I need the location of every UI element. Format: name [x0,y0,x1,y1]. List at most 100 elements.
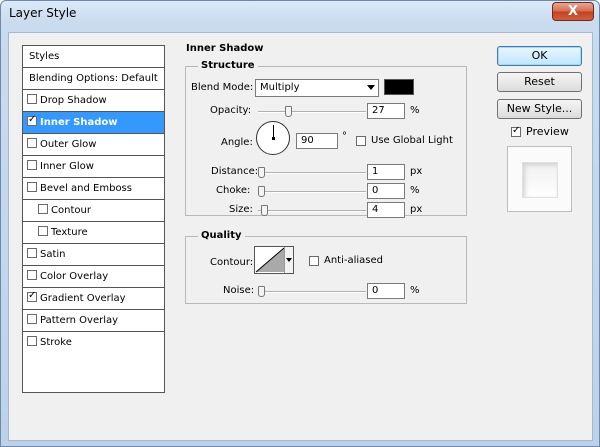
preview-checkbox[interactable] [511,125,521,137]
distance-slider-thumb[interactable] [258,167,265,178]
preview-thumbnail [507,146,572,212]
style-item[interactable]: Satin [23,244,164,266]
size-slider[interactable] [258,205,366,217]
style-item-checkbox[interactable] [38,226,48,236]
choke-label: Choke: [216,185,251,196]
style-item-checkbox[interactable] [27,138,37,148]
style-item[interactable]: Pattern Overlay [23,310,164,332]
inner-shadow-title: Inner Shadow [183,43,267,54]
new-style-button[interactable]: New Style... [497,99,582,119]
styles-list: Styles Blending Options: Default Drop Sh… [22,45,165,393]
blend-mode-dropdown[interactable]: Multiply [255,79,379,97]
preview-label[interactable]: Preview [526,125,569,138]
style-item[interactable]: Stroke [23,332,164,354]
choke-slider-thumb[interactable] [258,186,265,197]
opacity-field[interactable]: 27 [367,103,405,119]
contour-label: Contour: [210,257,254,268]
blending-options-item[interactable]: Blending Options: Default [23,68,164,90]
style-item[interactable]: Texture [23,222,164,244]
quality-group: Quality Contour: Anti-aliased Noise: 0 % [185,230,467,304]
angle-dial[interactable] [256,121,290,155]
size-slider-track [258,210,366,212]
close-button[interactable]: X [552,2,594,21]
choke-field[interactable]: 0 [367,183,405,199]
opacity-slider[interactable] [258,106,366,118]
opacity-slider-track [258,111,366,113]
reset-button[interactable]: Reset [497,72,582,92]
noise-slider[interactable] [258,286,366,298]
style-item-label: Bevel and Emboss [40,183,132,194]
style-item[interactable]: Inner Glow [23,156,164,178]
style-item-checkbox[interactable] [27,336,37,346]
style-item-checkbox[interactable] [27,182,37,192]
style-item-label: Stroke [40,337,72,348]
angle-dial-center [272,137,275,140]
distance-label: Distance: [211,166,259,177]
style-item[interactable]: Gradient Overlay [23,288,164,310]
size-field[interactable]: 4 [367,202,405,218]
distance-slider-track [258,172,366,174]
style-item[interactable]: Bevel and Emboss [23,178,164,200]
use-global-light-label[interactable]: Use Global Light [371,135,453,146]
distance-field[interactable]: 1 [367,164,405,180]
style-item-checkbox[interactable] [27,270,37,280]
opacity-slider-thumb[interactable] [285,106,292,117]
style-item-label: Color Overlay [40,271,109,282]
structure-group: Structure Blend Mode: Multiply Opacity: … [185,60,467,218]
style-item-label: Pattern Overlay [40,315,119,326]
style-item-label: Gradient Overlay [40,293,126,304]
distance-slider[interactable] [258,167,366,179]
style-item[interactable]: Inner Shadow [23,112,164,134]
chevron-down-icon [367,85,375,90]
style-item-checkbox[interactable] [27,94,37,104]
style-item[interactable]: Outer Glow [23,134,164,156]
blend-mode-value: Multiply [260,82,300,93]
style-item-label: Inner Shadow [40,117,118,128]
anti-aliased-label[interactable]: Anti-aliased [324,255,383,266]
angle-unit: ° [342,131,347,142]
style-item[interactable]: Contour [23,200,164,222]
noise-field[interactable]: 0 [367,283,405,299]
contour-picker[interactable] [254,246,294,274]
style-item[interactable]: Drop Shadow [23,90,164,112]
style-item-checkbox[interactable] [38,204,48,214]
style-item-label: Outer Glow [40,139,97,150]
style-item-label: Satin [40,249,66,260]
size-unit: px [410,204,423,215]
structure-title: Structure [198,60,258,71]
style-item-checkbox[interactable] [27,314,37,324]
style-item-label: Drop Shadow [40,95,107,106]
opacity-unit: % [410,105,420,116]
size-slider-thumb[interactable] [261,205,268,216]
contour-preview-icon [255,247,285,273]
style-item-label: Texture [51,227,88,238]
angle-label: Angle: [221,137,253,148]
style-item-checkbox[interactable] [27,160,37,170]
noise-unit: % [410,285,420,296]
styles-header[interactable]: Styles [23,46,164,68]
style-item-checkbox[interactable] [27,114,37,126]
noise-slider-thumb[interactable] [258,286,265,297]
preview-inner-square [522,162,558,198]
dialog-client-area: Styles Blending Options: Default Drop Sh… [8,32,593,441]
contour-chevron-down-icon[interactable] [284,247,293,273]
choke-unit: % [410,185,420,196]
opacity-label: Opacity: [210,105,252,116]
anti-aliased-checkbox[interactable] [309,256,319,266]
angle-field[interactable]: 90 [296,133,338,149]
title-bar[interactable]: Layer Style X [1,1,599,25]
style-item-checkbox[interactable] [27,290,37,302]
size-label: Size: [229,204,253,215]
style-item[interactable]: Color Overlay [23,266,164,288]
shadow-color-swatch[interactable] [384,79,414,95]
style-item-checkbox[interactable] [27,248,37,258]
style-item-label: Inner Glow [40,161,94,172]
window-title: Layer Style [9,6,77,20]
choke-slider-track [258,191,366,193]
quality-title: Quality [198,230,245,241]
choke-slider[interactable] [258,186,366,198]
style-item-label: Contour [51,205,91,216]
use-global-light-checkbox[interactable] [356,136,366,146]
ok-button[interactable]: OK [497,46,582,66]
noise-slider-track [258,291,366,293]
